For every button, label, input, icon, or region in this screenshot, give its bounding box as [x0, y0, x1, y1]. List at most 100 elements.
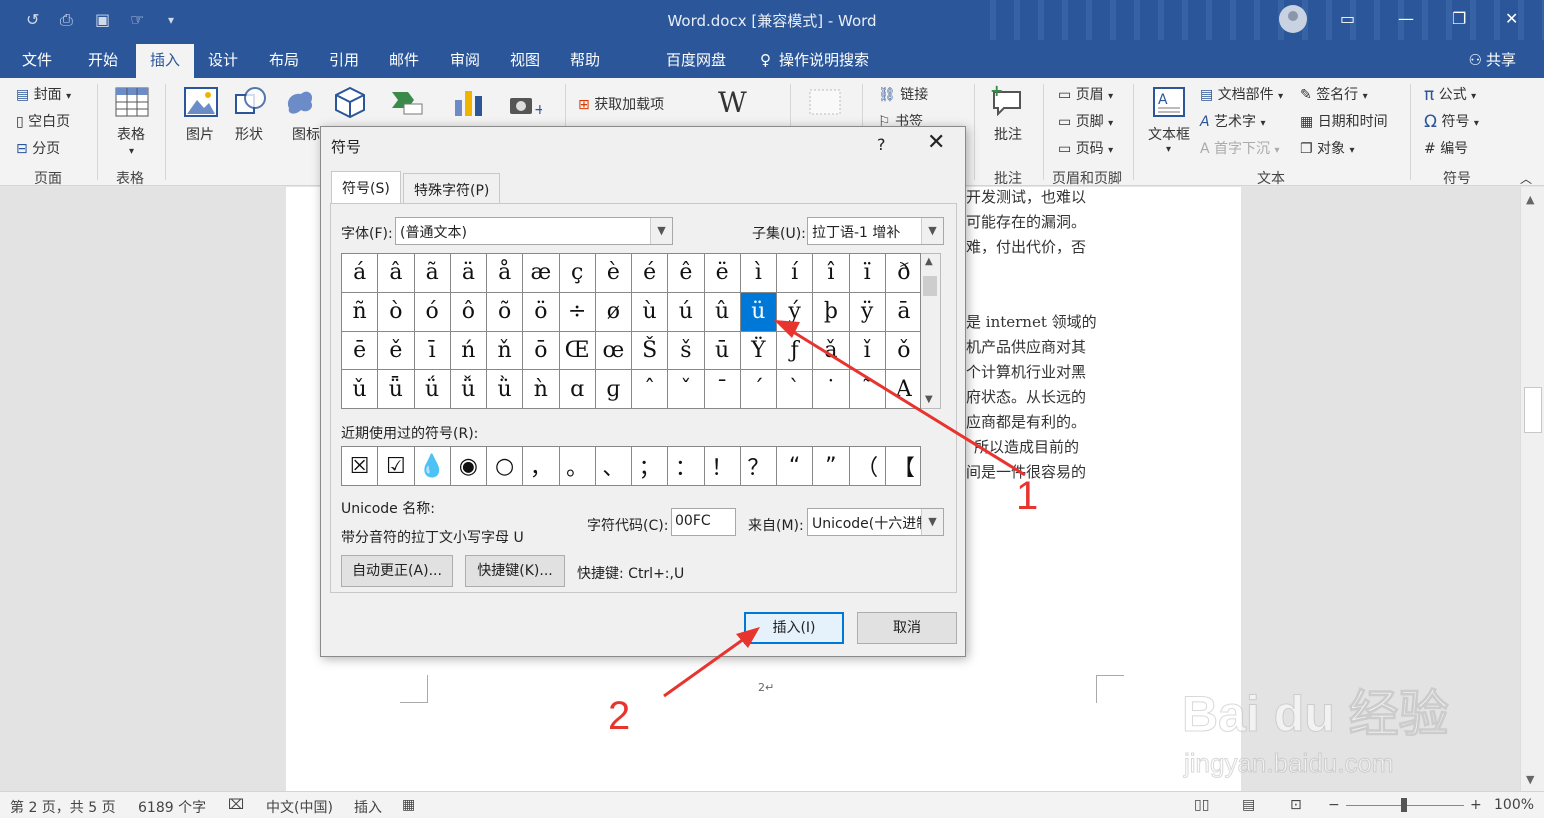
shortcut-key-button[interactable]: 快捷键(K)... [465, 555, 565, 587]
word-count[interactable]: 6189 个字 [138, 797, 206, 817]
print-layout-icon[interactable]: ▤ [1242, 797, 1255, 813]
tab-home[interactable]: 开始 [88, 49, 118, 70]
symbol-cell[interactable]: ǹ [523, 370, 560, 409]
symbol-cell[interactable]: ˆ [632, 370, 669, 409]
page-break-button[interactable]: ⊟ 分页 [16, 138, 60, 158]
symbol-cell[interactable]: û [704, 292, 741, 332]
collapse-ribbon-icon[interactable]: ︿ [1520, 170, 1532, 187]
recent-symbol-cell[interactable]: ☒ [342, 447, 379, 485]
symbol-cell[interactable]: è [595, 254, 632, 293]
symbol-cell[interactable]: Š [632, 331, 669, 371]
minimize-icon[interactable]: — [1398, 9, 1414, 28]
date-time-button[interactable]: ▦ 日期和时间 [1300, 111, 1388, 131]
tab-help[interactable]: 帮助 [570, 49, 600, 70]
symbol-cell[interactable]: ý [777, 292, 814, 332]
scroll-up-icon[interactable]: ▲ [925, 256, 933, 267]
tab-design[interactable]: 设计 [208, 49, 238, 70]
recent-symbol-cell[interactable]: ☑ [378, 447, 415, 485]
number-button[interactable]: # 编号 [1424, 138, 1468, 158]
symbol-cell[interactable]: ì [740, 254, 777, 293]
recent-symbol-cell[interactable]: ？ [741, 447, 777, 485]
read-mode-icon[interactable]: ▯▯ [1194, 797, 1209, 813]
symbol-cell[interactable]: ē [342, 331, 379, 371]
textbox-button[interactable]: 文本框 [1148, 124, 1190, 144]
table-button[interactable]: 表格 [117, 124, 145, 144]
symbol-cell[interactable]: é [632, 254, 669, 293]
recent-symbol-cell[interactable]: 【 [886, 447, 922, 485]
proofing-icon[interactable]: ⌧ [228, 797, 244, 813]
drop-cap-button[interactable]: A 首字下沉 ▾ [1200, 138, 1280, 158]
symbol-cell-selected[interactable]: ü [740, 292, 777, 332]
tab-insert[interactable]: 插入 [136, 44, 195, 78]
symbol-cell[interactable]: å [487, 254, 524, 293]
recent-symbol-cell[interactable]: ， [523, 447, 560, 485]
symbol-cell[interactable]: ǚ [451, 370, 487, 409]
icons-button[interactable]: 图标 [292, 124, 320, 144]
symbol-cell[interactable]: ˙ [813, 370, 850, 409]
symbol-cell[interactable]: ǐ [849, 331, 886, 371]
recent-symbol-cell[interactable]: 💧 [415, 447, 451, 485]
symbol-cell[interactable]: ǜ [487, 370, 524, 409]
symbol-grid-scrollbar[interactable]: ▲ ▼ [921, 253, 941, 409]
symbol-cell[interactable]: ï [849, 254, 886, 293]
tab-baidu-netdisk[interactable]: 百度网盘 [666, 49, 726, 70]
character-code-input[interactable]: 00FC [671, 508, 736, 536]
zoom-in-button[interactable]: + [1470, 797, 1482, 813]
symbol-cell[interactable]: ð [885, 254, 922, 293]
recent-symbol-cell[interactable]: ” [813, 447, 850, 485]
symbol-cell[interactable]: ò [378, 292, 415, 332]
symbol-cell[interactable]: ÷ [559, 292, 596, 332]
symbol-cell[interactable]: ǘ [415, 370, 451, 409]
symbol-cell[interactable]: þ [813, 292, 850, 332]
get-addins-button[interactable]: ⊞ 获取加载项 [578, 94, 664, 114]
symbol-cell[interactable]: ë [704, 254, 741, 293]
picture-button[interactable]: 图片 [186, 124, 214, 144]
symbol-button[interactable]: Ω 符号 ▾ [1424, 111, 1479, 132]
recent-symbol-cell[interactable]: ； [632, 447, 669, 485]
ribbon-display-options-icon[interactable]: ▭ [1340, 9, 1355, 28]
symbol-cell[interactable]: ó [414, 292, 451, 332]
symbol-cell[interactable]: ä [450, 254, 487, 293]
recent-symbol-cell[interactable]: 。 [560, 447, 596, 485]
symbol-cell[interactable]: ç [559, 254, 596, 293]
close-icon[interactable]: ✕ [1505, 9, 1518, 28]
cover-page-button[interactable]: ▤ 封面 ▾ [16, 84, 71, 104]
recent-symbol-cell[interactable]: 、 [596, 447, 632, 485]
symbol-cell[interactable]: ǎ [813, 331, 850, 371]
scrollbar-thumb[interactable] [1524, 387, 1542, 433]
footer-button[interactable]: ▭ 页脚 ▾ [1058, 111, 1113, 131]
symbol-cell[interactable]: î [813, 254, 850, 293]
textbox-dropdown-icon[interactable]: ▾ [1166, 144, 1171, 155]
tab-mailings[interactable]: 邮件 [389, 49, 419, 70]
scroll-down-icon[interactable]: ▼ [1526, 773, 1534, 786]
tab-special-characters[interactable]: 特殊字符(P) [403, 173, 501, 203]
symbol-cell[interactable]: ě [378, 331, 415, 371]
restore-icon[interactable]: ❐ [1452, 9, 1466, 28]
symbol-cell[interactable]: ɑ [560, 370, 596, 409]
symbol-cell[interactable]: ǔ [342, 370, 379, 409]
tab-review[interactable]: 审阅 [450, 49, 480, 70]
header-button[interactable]: ▭ 页眉 ▾ [1058, 84, 1113, 104]
macro-record-icon[interactable]: ▦ [402, 797, 415, 813]
symbol-cell[interactable]: Ÿ [740, 331, 777, 371]
zoom-out-button[interactable]: − [1328, 797, 1340, 813]
symbol-cell[interactable]: ˉ [705, 370, 741, 409]
symbol-cell[interactable]: ã [414, 254, 451, 293]
wordart-button[interactable]: A 艺术字 ▾ [1200, 111, 1266, 131]
symbol-cell[interactable]: ƒ [777, 331, 814, 371]
tab-file[interactable]: 文件 [22, 49, 52, 70]
tab-symbols[interactable]: 符号(S) [331, 171, 401, 204]
object-button[interactable]: ❐ 对象 ▾ [1300, 138, 1355, 158]
subset-select[interactable]: 拉丁语-1 增补 ▼ [807, 217, 944, 245]
recent-symbol-cell[interactable]: ！ [705, 447, 741, 485]
scroll-up-icon[interactable]: ▲ [1526, 193, 1534, 206]
symbol-cell[interactable]: ǖ [378, 370, 415, 409]
tab-references[interactable]: 引用 [329, 49, 359, 70]
comment-button[interactable]: 批注 [994, 124, 1022, 144]
font-select[interactable]: (普通文本) ▼ [395, 217, 673, 245]
signature-line-button[interactable]: ✎ 签名行 ▾ [1300, 84, 1368, 104]
symbol-cell[interactable]: ɡ [596, 370, 632, 409]
symbol-cell[interactable]: ö [523, 292, 560, 332]
symbol-cell[interactable]: ā [885, 293, 922, 332]
shapes-button[interactable]: 形状 [235, 124, 263, 144]
